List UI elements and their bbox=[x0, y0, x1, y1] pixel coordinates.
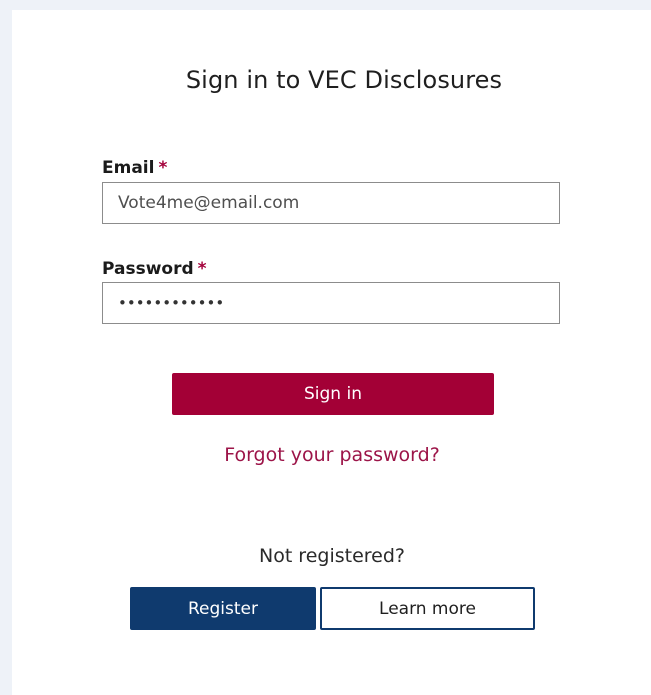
forgot-password-link[interactable]: Forgot your password? bbox=[12, 444, 651, 466]
password-label: Password * bbox=[102, 259, 207, 279]
email-field[interactable] bbox=[102, 182, 560, 224]
page-title: Sign in to VEC Disclosures bbox=[185, 66, 503, 94]
email-label: Email * bbox=[102, 158, 167, 178]
password-field[interactable] bbox=[102, 282, 560, 324]
email-label-text: Email bbox=[102, 158, 155, 178]
password-label-text: Password bbox=[102, 259, 194, 279]
signin-card: Sign in to VEC Disclosures Email* Passwo… bbox=[12, 10, 651, 695]
not-registered-text: Not registered? bbox=[258, 545, 406, 567]
email-required-mark: * bbox=[158, 158, 168, 178]
register-button[interactable]: Register bbox=[130, 587, 316, 630]
sign-in-button[interactable]: Sign in bbox=[172, 373, 494, 415]
learn-more-button[interactable]: Learn more bbox=[320, 587, 535, 630]
password-required-mark: * bbox=[197, 259, 207, 279]
